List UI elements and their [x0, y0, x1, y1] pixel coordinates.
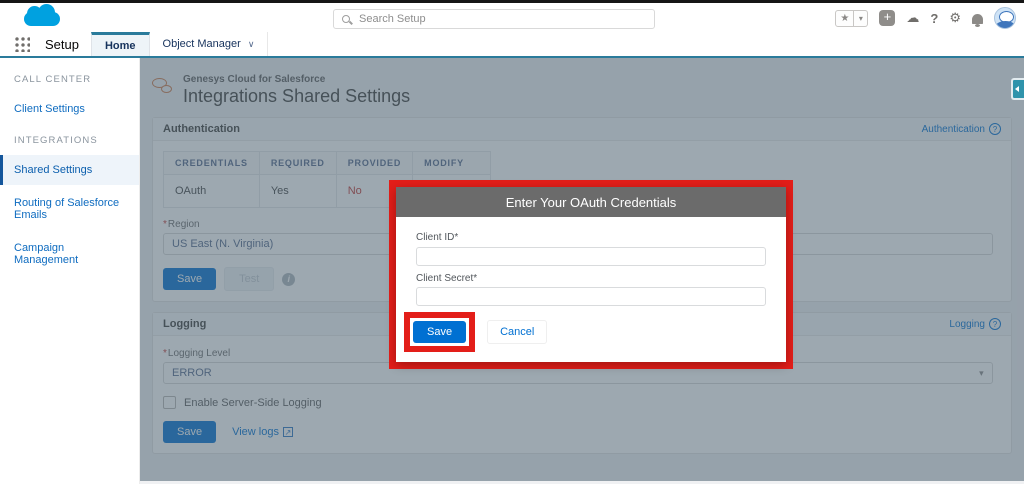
client-id-field[interactable]	[416, 246, 766, 266]
salesforce-logo	[24, 4, 60, 26]
help-icon[interactable]: ?	[930, 11, 938, 26]
favorites-dropdown-icon[interactable]: ▾	[854, 9, 869, 27]
annotation-box-modal: Enter Your OAuth Credentials Client ID* …	[389, 180, 793, 369]
setup-tabs: Home Object Manager ∨	[90, 32, 269, 56]
modal-footer: Save Cancel	[404, 312, 766, 352]
favorites-star-icon[interactable]: ★	[835, 9, 855, 27]
search-input[interactable]	[359, 13, 646, 25]
modal-body: Client ID* Client Secret* Save Cancel	[396, 217, 786, 362]
annotation-box-save: Save	[404, 312, 476, 352]
sidebar-item-shared-settings[interactable]: Shared Settings	[0, 155, 139, 185]
sidebar-section-integrations: INTEGRATIONS	[14, 135, 98, 146]
tab-home-label: Home	[104, 39, 136, 52]
tab-object-manager-label: Object Manager	[162, 38, 241, 50]
tab-home[interactable]: Home	[90, 32, 150, 56]
header-icon-group: ★ ▾ + ☁ ? ⚙	[835, 7, 1016, 29]
notifications-bell-icon[interactable]	[972, 14, 983, 27]
chevron-down-icon: ∨	[247, 38, 255, 49]
global-header: ★ ▾ + ☁ ? ⚙	[0, 3, 1024, 32]
setup-nav-bar: Setup Home Object Manager ∨	[0, 32, 1024, 58]
favorites-group: ★ ▾	[835, 9, 869, 27]
search-icon	[342, 15, 350, 23]
trailhead-cloud-icon[interactable]: ☁	[906, 10, 919, 26]
app-launcher-icon[interactable]	[14, 36, 30, 52]
setup-sidebar: CALL CENTER Client Settings INTEGRATIONS…	[0, 58, 140, 484]
setup-gear-icon[interactable]: ⚙	[949, 10, 961, 26]
quick-create-plus-icon[interactable]: +	[879, 10, 896, 26]
sidebar-item-campaign-management[interactable]: Campaign Management	[0, 233, 139, 275]
tab-object-manager[interactable]: Object Manager ∨	[150, 32, 269, 56]
modal-save-button[interactable]: Save	[413, 321, 467, 343]
sidebar-section-call-center: CALL CENTER	[14, 74, 92, 85]
sidebar-item-client-settings[interactable]: Client Settings	[0, 94, 139, 124]
modal-title: Enter Your OAuth Credentials	[396, 187, 786, 217]
modal-cancel-button[interactable]: Cancel	[487, 320, 548, 344]
client-secret-field[interactable]	[416, 287, 766, 306]
global-search[interactable]	[333, 9, 655, 29]
setup-app-label: Setup	[45, 36, 79, 52]
avatar[interactable]	[994, 7, 1016, 29]
edge-feedback-tab[interactable]	[1011, 78, 1024, 100]
client-secret-label: Client Secret*	[416, 272, 478, 284]
oauth-credentials-modal: Enter Your OAuth Credentials Client ID* …	[396, 187, 786, 362]
sidebar-item-routing-emails[interactable]: Routing of Salesforce Emails	[0, 188, 139, 230]
client-id-label: Client ID*	[416, 232, 459, 243]
